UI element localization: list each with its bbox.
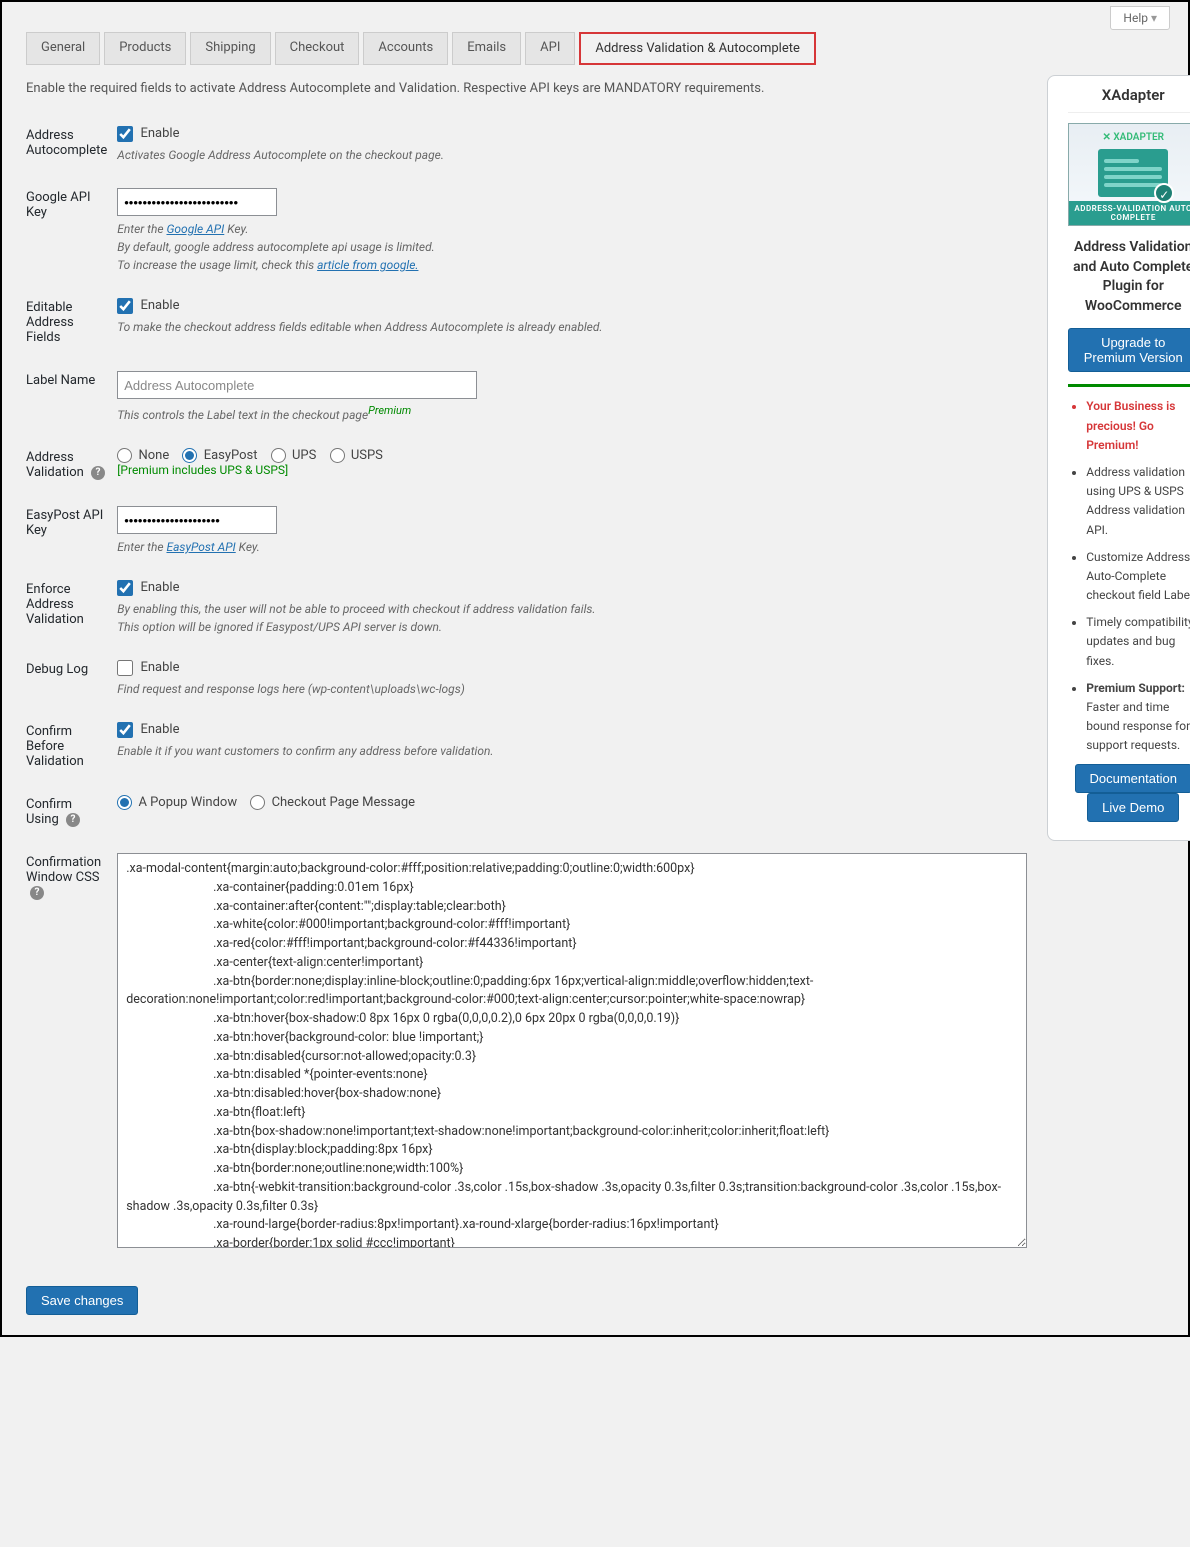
- list-item: Timely compatibility updates and bug fix…: [1086, 613, 1190, 671]
- label-confirm-using: Confirm Using ?: [26, 783, 117, 841]
- documentation-button[interactable]: Documentation: [1075, 764, 1190, 793]
- premium-badge: Premium: [368, 404, 411, 417]
- help-tab[interactable]: Help: [1110, 6, 1170, 30]
- checkbox-autocomplete-label: Enable: [140, 126, 179, 141]
- sidebar-list: Your Business is precious! Go Premium! A…: [1068, 397, 1190, 755]
- promo-caption: ADDRESS-VALIDATION AUTO COMPLETE: [1069, 201, 1190, 225]
- label-enforce: Enforce Address Validation: [26, 568, 117, 648]
- desc-labelname: This controls the Label text in the chec…: [117, 403, 1027, 424]
- help-icon[interactable]: ?: [66, 813, 80, 827]
- premium-includes-note: [Premium includes UPS & USPS]: [117, 463, 1027, 477]
- live-demo-button[interactable]: Live Demo: [1087, 793, 1179, 822]
- radio-none-label: None: [138, 448, 169, 463]
- tab-address-validation[interactable]: Address Validation & Autocomplete: [579, 32, 816, 65]
- tab-api[interactable]: API: [525, 32, 575, 65]
- label-name-input[interactable]: [117, 371, 477, 399]
- tab-emails[interactable]: Emails: [452, 32, 521, 65]
- tab-checkout[interactable]: Checkout: [275, 32, 360, 65]
- checkbox-enforce-label: Enable: [140, 580, 179, 595]
- radio-easypost-label: EasyPost: [204, 448, 258, 463]
- help-icon[interactable]: ?: [30, 886, 44, 900]
- sidebar-title: XAdapter: [1068, 86, 1190, 113]
- go-premium-text: Your Business is precious! Go Premium!: [1086, 397, 1190, 455]
- sidebar-subtitle: Address Validation and Auto Complete Plu…: [1068, 238, 1190, 316]
- xadapter-logo: ✕ XADAPTER: [1075, 132, 1190, 143]
- label-labelname: Label Name: [26, 359, 117, 436]
- tab-accounts[interactable]: Accounts: [363, 32, 448, 65]
- upgrade-button[interactable]: Upgrade to Premium Version: [1068, 328, 1190, 372]
- radio-ups[interactable]: [271, 448, 286, 463]
- save-button[interactable]: Save changes: [26, 1286, 138, 1315]
- label-editable: Editable Address Fields: [26, 286, 117, 359]
- checkbox-editable-label: Enable: [140, 298, 179, 313]
- desc-google-api: Enter the Google API Key. By default, go…: [117, 220, 1027, 274]
- label-easypost-api: EasyPost API Key: [26, 494, 117, 568]
- desc-confirm-before: Enable it if you want customers to confi…: [117, 742, 1027, 760]
- label-css: Confirmation Window CSS ?: [26, 841, 117, 1264]
- radio-page-message-label: Checkout Page Message: [272, 795, 416, 810]
- radio-easypost[interactable]: [182, 448, 197, 463]
- radio-ups-label: UPS: [292, 448, 316, 463]
- sidebar-promo-image: ✕ XADAPTER ✓ ADDRESS-VALIDATION AUTO COM…: [1068, 123, 1190, 226]
- checkbox-confirm-before-label: Enable: [140, 722, 179, 737]
- settings-tabs: General Products Shipping Checkout Accou…: [26, 32, 1188, 65]
- link-easypost-api[interactable]: EasyPost API: [166, 540, 235, 554]
- label-debug: Debug Log: [26, 648, 117, 710]
- desc-debug: Find request and response logs here (wp-…: [117, 680, 1027, 698]
- label-validation: Address Validation ?: [26, 436, 117, 494]
- checkbox-debug-label: Enable: [140, 660, 179, 675]
- checkbox-autocomplete[interactable]: [117, 126, 133, 142]
- desc-autocomplete: Activates Google Address Autocomplete on…: [117, 146, 1027, 164]
- checkbox-enforce[interactable]: [117, 580, 133, 596]
- link-google-api[interactable]: Google API: [166, 222, 224, 236]
- tab-general[interactable]: General: [26, 32, 100, 65]
- sidebar-panel: XAdapter ✕ XADAPTER ✓ ADDRESS-VALIDATION…: [1047, 75, 1190, 841]
- desc-editable: To make the checkout address fields edit…: [117, 318, 1027, 336]
- intro-text: Enable the required fields to activate A…: [26, 81, 1027, 96]
- list-item: Address validation using UPS & USPS Addr…: [1086, 463, 1190, 540]
- google-api-key-input[interactable]: [117, 188, 277, 216]
- label-autocomplete: Address Autocomplete: [26, 114, 117, 176]
- radio-usps-label: USPS: [351, 448, 383, 463]
- tab-products[interactable]: Products: [104, 32, 186, 65]
- radio-popup[interactable]: [117, 795, 132, 810]
- confirmation-css-textarea[interactable]: [117, 853, 1027, 1248]
- radio-page-message[interactable]: [250, 795, 265, 810]
- list-item: Customize Address Auto-Complete checkout…: [1086, 548, 1190, 606]
- checkbox-confirm-before[interactable]: [117, 722, 133, 738]
- desc-easypost: Enter the EasyPost API Key.: [117, 538, 1027, 556]
- radio-usps[interactable]: [330, 448, 345, 463]
- desc-enforce: By enabling this, the user will not be a…: [117, 600, 1027, 636]
- radio-none[interactable]: [117, 448, 132, 463]
- easypost-api-key-input[interactable]: [117, 506, 277, 534]
- label-google-api: Google API Key: [26, 176, 117, 286]
- tab-shipping[interactable]: Shipping: [190, 32, 270, 65]
- label-confirm-before: Confirm Before Validation: [26, 710, 117, 783]
- help-icon[interactable]: ?: [91, 466, 105, 480]
- check-icon: ✓: [1154, 183, 1174, 203]
- checkbox-editable[interactable]: [117, 298, 133, 314]
- radio-popup-label: A Popup Window: [138, 795, 237, 810]
- link-google-article[interactable]: article from google.: [317, 258, 418, 272]
- checkbox-debug[interactable]: [117, 660, 133, 676]
- list-item: Premium Support: Faster and time bound r…: [1086, 679, 1190, 756]
